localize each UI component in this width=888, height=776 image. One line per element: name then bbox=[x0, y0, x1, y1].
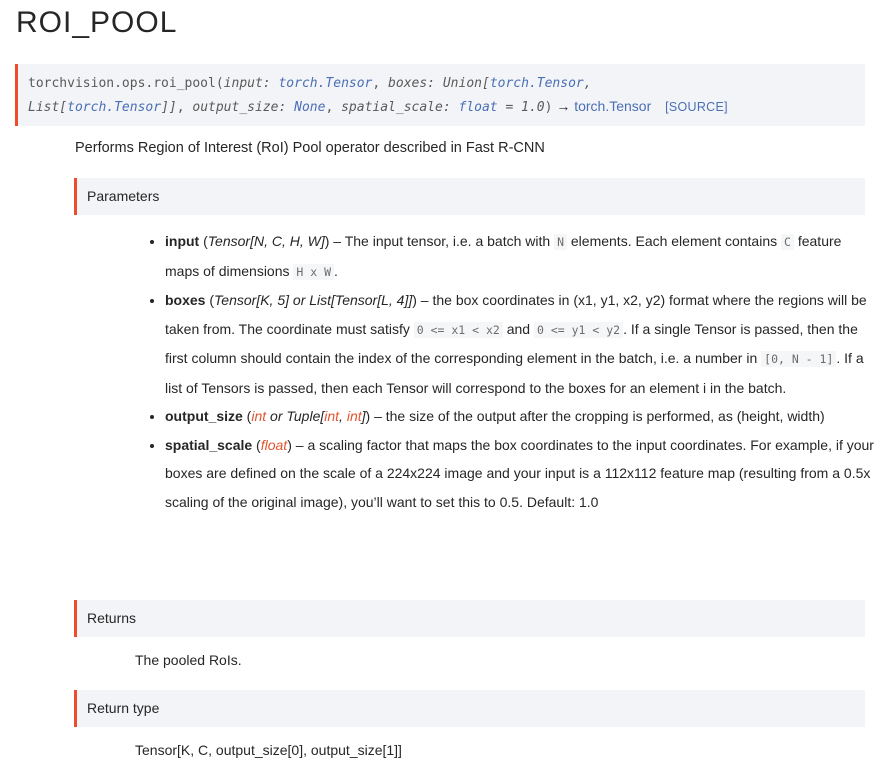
return-type-heading: Return type bbox=[74, 690, 865, 727]
list-item-boxes: boxes (Tensor[K, 5] or List[Tensor[L, 4]… bbox=[165, 286, 875, 402]
param-desc: – the size of the output after the cropp… bbox=[370, 408, 825, 424]
type-or: or bbox=[266, 408, 287, 424]
param-output-size-name: output_size: bbox=[192, 100, 287, 115]
signature-prefix: torchvision.ops.roi_pool( bbox=[28, 76, 224, 91]
type-float: float bbox=[260, 436, 288, 453]
param-name: input bbox=[165, 233, 200, 249]
source-link[interactable]: [SOURCE] bbox=[665, 100, 728, 114]
page-title: ROI_POOL bbox=[16, 6, 178, 39]
param-name: spatial_scale bbox=[165, 436, 253, 453]
inline-code: [0, N - 1] bbox=[761, 351, 837, 367]
param-type: List[Tensor[L, 4]] bbox=[309, 292, 413, 308]
param-name: output_size bbox=[165, 408, 243, 424]
return-arrow: → bbox=[552, 98, 575, 114]
returns-text: The pooled RoIs. bbox=[135, 652, 242, 668]
type-int: int bbox=[346, 408, 362, 424]
parameters-list: input (Tensor[N, C, H, W]) – The input t… bbox=[145, 227, 875, 516]
param-desc: and bbox=[502, 320, 534, 337]
param-type: Tensor[N, C, H, W] bbox=[207, 233, 325, 249]
param-name: boxes bbox=[165, 292, 206, 308]
separator-3: , bbox=[325, 100, 342, 115]
param-spatial-scale-name: spatial_scale: bbox=[341, 100, 451, 115]
separator: , bbox=[372, 76, 389, 91]
type-list: List[ bbox=[28, 100, 68, 115]
param-desc: elements. Each element contains bbox=[567, 233, 782, 249]
param-input-name: input: bbox=[223, 76, 271, 91]
param-spatial-scale-default: = 1.0 bbox=[505, 100, 545, 115]
type-or: or bbox=[289, 292, 310, 308]
paren-open: ( bbox=[252, 436, 261, 453]
type-int: int bbox=[251, 408, 267, 424]
type-tensor: torch.Tensor bbox=[489, 76, 584, 91]
inline-code: 0 <= y1 < y2 bbox=[533, 321, 624, 338]
list-item-spatial-scale: spatial_scale (float) – a scaling factor… bbox=[165, 431, 875, 517]
inline-code: C bbox=[781, 234, 794, 250]
param-spatial-scale-type: float bbox=[458, 100, 498, 115]
param-desc: – The input tensor, i.e. a batch with bbox=[329, 233, 555, 249]
type-union: Union[ bbox=[442, 76, 490, 91]
list-item-output-size: output_size (int or Tuple[int, int]) – t… bbox=[165, 402, 875, 431]
type-comma: , bbox=[339, 408, 347, 424]
param-desc: . bbox=[334, 262, 338, 279]
param-boxes-name: boxes: bbox=[388, 76, 436, 91]
return-type-text: Tensor[K, C, output_size[0], output_size… bbox=[135, 742, 402, 758]
param-type: Tensor[K, 5] bbox=[214, 292, 290, 308]
separator-2: , bbox=[176, 100, 193, 115]
inline-code: N bbox=[554, 234, 567, 250]
returns-heading: Returns bbox=[74, 600, 865, 637]
type-tensor-2: torch.Tensor bbox=[67, 100, 162, 115]
inline-code: H x W bbox=[293, 263, 335, 280]
param-input-type: torch.Tensor bbox=[278, 76, 373, 91]
type-tuple: Tuple[ bbox=[286, 408, 325, 424]
type-comma: , bbox=[583, 76, 592, 91]
list-item-input: input (Tensor[N, C, H, W]) – The input t… bbox=[165, 227, 875, 286]
paren-open: ( bbox=[199, 233, 208, 249]
inline-code: 0 <= x1 < x2 bbox=[413, 321, 503, 338]
paren-open: ( bbox=[205, 292, 215, 308]
type-int: int bbox=[324, 408, 340, 424]
function-description: Performs Region of Interest (RoI) Pool o… bbox=[75, 140, 545, 156]
function-signature: torchvision.ops.roi_pool(input: torch.Te… bbox=[15, 64, 865, 126]
parameters-heading: Parameters bbox=[74, 178, 865, 215]
return-type-link[interactable]: torch.Tensor bbox=[574, 98, 651, 114]
param-output-size-default: None bbox=[294, 100, 326, 115]
type-close: ]] bbox=[161, 100, 177, 115]
